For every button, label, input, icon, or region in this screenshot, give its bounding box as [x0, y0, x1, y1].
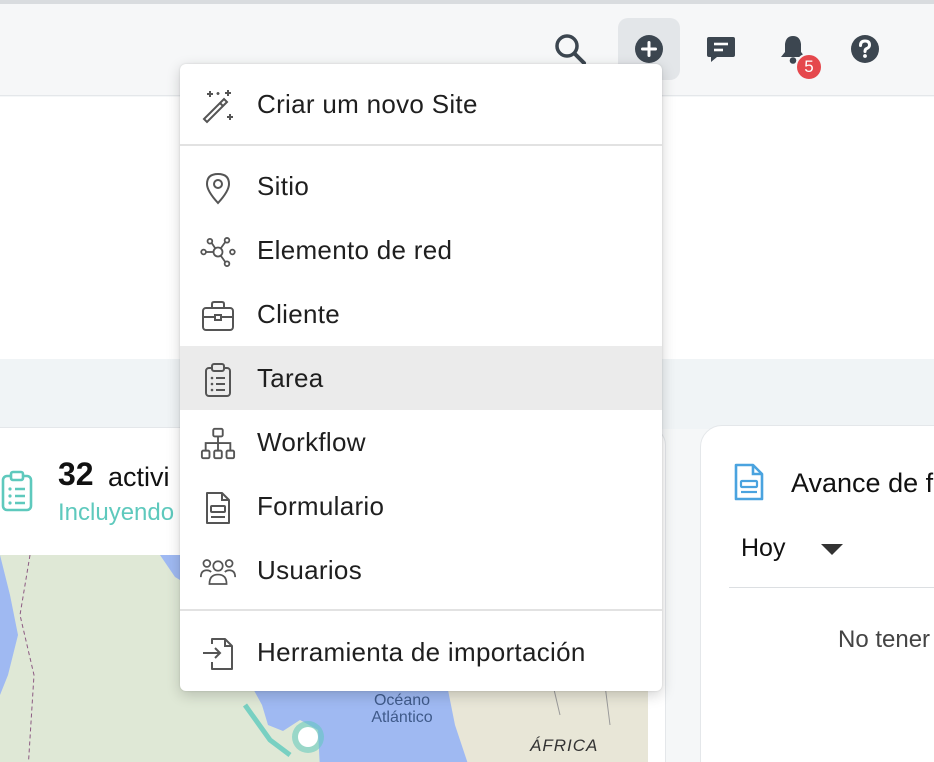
message-icon — [707, 37, 735, 62]
menu-item-label: Formulario — [257, 490, 385, 521]
import-icon — [200, 636, 236, 672]
magic-wand-icon — [200, 88, 236, 124]
document-icon — [733, 462, 765, 507]
progress-card-title: Avance de f — [791, 468, 934, 498]
workflow-icon — [200, 426, 236, 462]
menu-item-label: Sitio — [257, 170, 310, 201]
notification-badge: 5 — [795, 53, 823, 81]
create-menu: Criar um novo Site Sitio Elemento de red… — [180, 64, 662, 691]
activities-subtitle: Incluyendo — [58, 499, 175, 526]
form-icon — [200, 490, 236, 526]
menu-item-label: Criar um novo Site — [257, 88, 478, 119]
users-icon — [200, 554, 236, 590]
menu-item-tarea[interactable]: Tarea — [180, 346, 662, 410]
briefcase-icon — [200, 298, 236, 334]
menu-item-label: Tarea — [257, 362, 324, 393]
search-icon — [555, 34, 586, 65]
plus-circle-icon — [635, 35, 663, 63]
chevron-down-icon[interactable] — [821, 544, 843, 555]
menu-item-workflow[interactable]: Workflow — [180, 410, 662, 474]
menu-item-elemento-de-red[interactable]: Elemento de red — [180, 218, 662, 282]
menu-item-cliente[interactable]: Cliente — [180, 282, 662, 346]
help-button[interactable] — [834, 18, 896, 80]
help-icon — [851, 35, 879, 63]
map-label-continent: ÁFRICA — [530, 736, 599, 755]
menu-item-sitio[interactable]: Sitio — [180, 154, 662, 218]
map-label-ocean: Océano Atlántico — [371, 692, 433, 726]
menu-item-usuarios[interactable]: Usuarios — [180, 538, 662, 602]
menu-item-label: Elemento de red — [257, 234, 453, 265]
empty-state-text: No tener — [838, 626, 931, 653]
menu-item-import-tool[interactable]: Herramienta de importación — [180, 620, 662, 684]
clipboard-icon — [0, 470, 34, 517]
menu-item-label: Workflow — [257, 426, 366, 457]
divider — [729, 587, 934, 588]
map-pin-icon — [200, 170, 236, 206]
menu-item-formulario[interactable]: Formulario — [180, 474, 662, 538]
period-select[interactable]: Hoy — [741, 534, 785, 563]
menu-divider — [180, 609, 662, 611]
menu-item-create-site[interactable]: Criar um novo Site — [180, 72, 662, 136]
clipboard-list-icon — [200, 362, 236, 398]
menu-item-label: Usuarios — [257, 554, 362, 585]
activities-count: 32 — [58, 456, 94, 492]
menu-divider — [180, 144, 662, 146]
menu-item-label: Herramienta de importación — [257, 636, 586, 667]
menu-item-label: Cliente — [257, 298, 341, 329]
messages-button[interactable] — [690, 18, 752, 80]
progress-card: Avance de f Hoy No tener — [700, 425, 934, 762]
network-icon — [200, 234, 236, 270]
activities-count-label: activi — [108, 462, 170, 492]
